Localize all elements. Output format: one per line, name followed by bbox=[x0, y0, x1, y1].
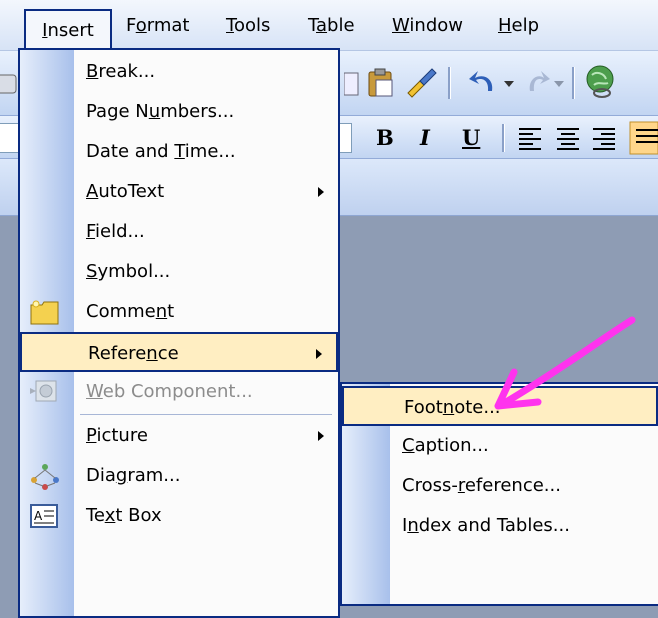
insert-menu-item-label: Date and Time... bbox=[86, 141, 236, 162]
web-component-icon bbox=[28, 378, 62, 406]
redo-icon[interactable] bbox=[524, 65, 552, 99]
insert-menu-item-label: Break... bbox=[86, 61, 156, 82]
insert-menu-item-label: Reference bbox=[88, 343, 179, 364]
insert-hyperlink-icon[interactable] bbox=[584, 63, 620, 101]
menu-tools[interactable]: Tools bbox=[226, 14, 270, 38]
reference-submenu-item-cross-reference[interactable]: Cross-reference... bbox=[342, 466, 658, 506]
reference-submenu-item-footnote[interactable]: Footnote... bbox=[342, 386, 658, 426]
insert-menu-item-label: Web Component... bbox=[86, 381, 253, 402]
menu-help[interactable]: Help bbox=[498, 14, 539, 38]
paste-icon[interactable] bbox=[366, 67, 396, 99]
menu-insert[interactable]: Insert bbox=[24, 9, 112, 49]
insert-menu-item-break[interactable]: Break... bbox=[20, 52, 338, 92]
insert-menu-item-symbol[interactable]: Symbol... bbox=[20, 252, 338, 292]
menu-format[interactable]: Format bbox=[126, 14, 189, 38]
reference-submenu-item-label: Cross-reference... bbox=[402, 475, 561, 496]
undo-dropdown-icon[interactable] bbox=[502, 65, 516, 99]
diagram-icon bbox=[28, 462, 62, 490]
insert-menu-item-page-numbers[interactable]: Page Numbers... bbox=[20, 92, 338, 132]
align-center-icon[interactable] bbox=[554, 124, 584, 152]
insert-menu-item-label: Comment bbox=[86, 301, 175, 322]
copy-icon[interactable] bbox=[344, 67, 362, 99]
insert-menu-item-label: Text Box bbox=[86, 505, 162, 526]
align-right-icon[interactable] bbox=[590, 124, 620, 152]
reference-submenu-item-index-and-tables[interactable]: Index and Tables... bbox=[342, 506, 658, 546]
menu-table[interactable]: Table bbox=[308, 14, 355, 38]
insert-menu-item-label: Page Numbers... bbox=[86, 101, 235, 122]
submenu-arrow-icon bbox=[318, 431, 324, 441]
text-box-icon: A bbox=[28, 502, 62, 530]
insert-menu-item-label: Diagram... bbox=[86, 465, 181, 486]
insert-menu-item-picture[interactable]: Picture bbox=[20, 416, 338, 456]
comment-icon bbox=[28, 298, 62, 326]
undo-icon[interactable] bbox=[466, 65, 500, 99]
insert-menu: Break... Page Numbers... Date and Time... A… bbox=[18, 48, 340, 618]
italic-button[interactable]: I bbox=[420, 122, 430, 154]
insert-menu-item-autotext[interactable]: AutoText bbox=[20, 172, 338, 212]
insert-menu-item-reference[interactable]: Reference bbox=[20, 332, 338, 372]
insert-menu-item-date-and-time[interactable]: Date and Time... bbox=[20, 132, 338, 172]
justify-icon[interactable] bbox=[628, 120, 658, 156]
reference-submenu: Footnote... Caption... Cross-reference... I… bbox=[340, 382, 658, 606]
insert-menu-item-label: Picture bbox=[86, 425, 148, 446]
align-left-icon[interactable] bbox=[516, 124, 546, 152]
underline-button[interactable]: U bbox=[462, 122, 480, 154]
insert-menu-item-comment[interactable]: Comment bbox=[20, 292, 338, 332]
reference-submenu-item-label: Index and Tables... bbox=[402, 515, 570, 536]
menu-bar: Insert Format Tools Table Window Help bbox=[0, 0, 658, 51]
insert-menu-item-label: AutoText bbox=[86, 181, 165, 202]
reference-submenu-item-caption[interactable]: Caption... bbox=[342, 426, 658, 466]
menu-divider bbox=[80, 414, 332, 415]
reference-submenu-item-label: Caption... bbox=[402, 435, 489, 456]
submenu-arrow-icon bbox=[316, 349, 322, 359]
svg-text:A: A bbox=[34, 509, 43, 523]
insert-menu-item-text-box[interactable]: A Text Box bbox=[20, 496, 338, 536]
submenu-arrow-icon bbox=[318, 187, 324, 197]
insert-menu-item-label: Field... bbox=[86, 221, 145, 242]
insert-menu-item-field[interactable]: Field... bbox=[20, 212, 338, 252]
insert-menu-item-label: Symbol... bbox=[86, 261, 171, 282]
menu-window[interactable]: Window bbox=[392, 14, 463, 38]
insert-menu-item-web-component: Web Component... bbox=[20, 372, 338, 412]
format-painter-icon[interactable] bbox=[404, 65, 438, 99]
reference-submenu-item-label: Footnote... bbox=[404, 397, 501, 418]
insert-menu-item-diagram[interactable]: Diagram... bbox=[20, 456, 338, 496]
bold-button[interactable]: B bbox=[376, 122, 394, 154]
print-icon[interactable] bbox=[0, 69, 20, 99]
redo-dropdown-icon[interactable] bbox=[552, 65, 566, 99]
